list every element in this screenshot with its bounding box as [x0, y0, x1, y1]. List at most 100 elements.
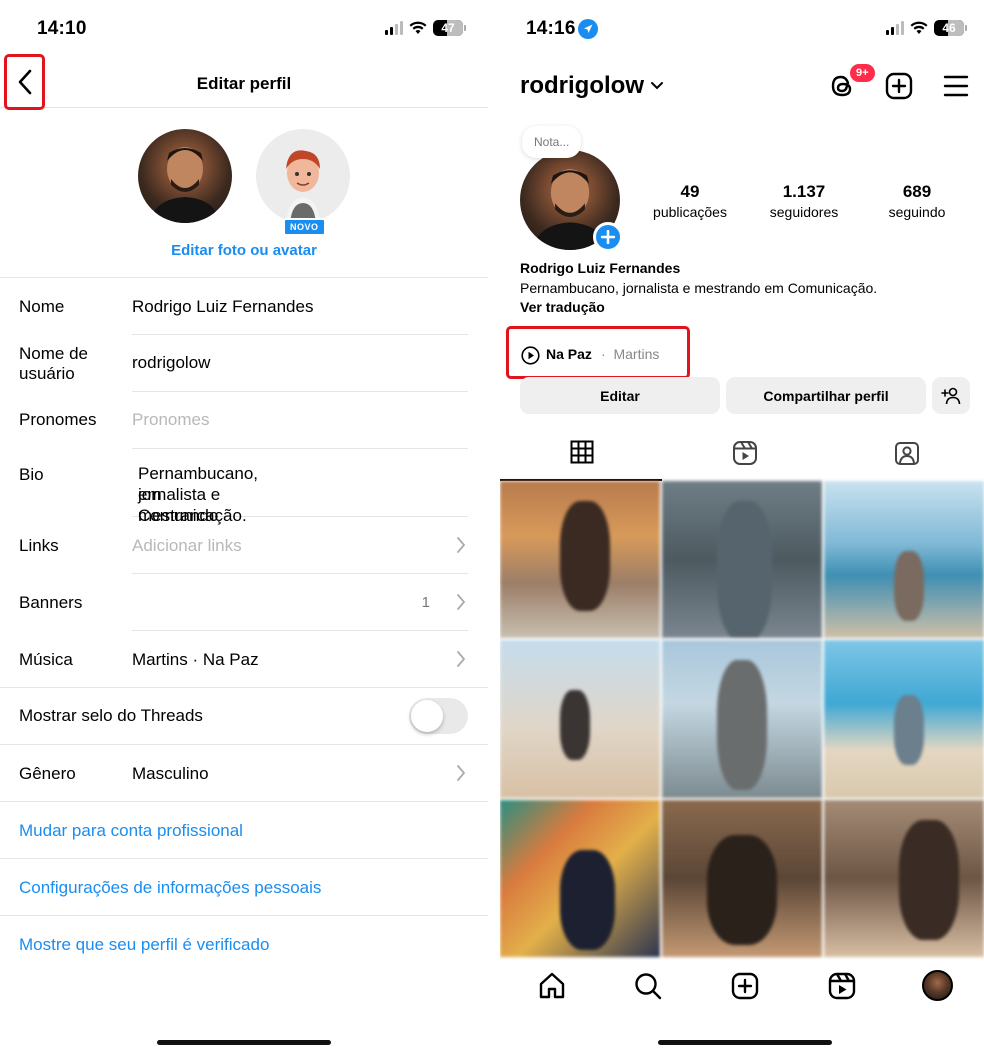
- plus-square-icon[interactable]: [885, 72, 913, 100]
- account-switcher[interactable]: rodrigolow: [520, 72, 664, 100]
- post-thumbnail[interactable]: [500, 640, 660, 798]
- status-bar: 14:16 46: [500, 0, 984, 58]
- play-icon: [521, 346, 540, 365]
- create-icon[interactable]: [730, 971, 760, 1001]
- status-time: 14:16: [526, 18, 576, 39]
- menu-icon[interactable]: [943, 74, 969, 98]
- verified-profile-link[interactable]: Mostre que seu perfil é verificado: [0, 916, 488, 973]
- field-links[interactable]: Links Adicionar links: [0, 517, 488, 574]
- pronouns-input[interactable]: Pronomes: [132, 410, 209, 430]
- field-genero[interactable]: Gênero Masculino: [0, 745, 488, 802]
- post-thumbnail[interactable]: [824, 640, 984, 798]
- status-bar: 14:10 47: [0, 0, 488, 58]
- edit-photo-link[interactable]: Editar foto ou avatar: [0, 242, 488, 259]
- see-translation-link[interactable]: Ver tradução: [520, 299, 605, 315]
- field-label: Nome: [19, 297, 65, 316]
- threads-toggle-label: Mostrar selo do Threads: [19, 706, 203, 725]
- wifi-icon: [409, 21, 427, 34]
- field-nome[interactable]: Nome Rodrigo Luiz Fernandes: [0, 278, 488, 335]
- signal-icon: [385, 21, 403, 35]
- field-label: Gênero: [19, 764, 76, 783]
- music-value: Martins · Na Paz: [132, 650, 259, 669]
- username-input[interactable]: rodrigolow: [132, 353, 210, 373]
- search-icon[interactable]: [633, 971, 663, 1001]
- note-bubble[interactable]: Nota...: [522, 126, 582, 158]
- profile-full-name: Rodrigo Luiz Fernandes: [520, 260, 681, 276]
- field-bio[interactable]: Bio Pernambucano, jornalista e mestrando…: [0, 449, 488, 525]
- add-story-button[interactable]: [593, 222, 623, 252]
- location-arrow-icon: [578, 19, 598, 39]
- avatar-image: [286, 150, 320, 223]
- edit-profile-screen: 14:10 47 Editar perfil NOVO Editar foto …: [0, 0, 488, 1055]
- home-indicator[interactable]: [157, 1040, 331, 1045]
- grid-icon[interactable]: [570, 440, 594, 464]
- field-musica[interactable]: Música Martins · Na Paz: [0, 631, 488, 688]
- status-icons: 47: [385, 20, 466, 36]
- bottom-navigation: [500, 957, 984, 1017]
- field-label: Pronomes: [19, 410, 97, 429]
- home-icon[interactable]: [537, 971, 567, 1001]
- music-song: Na Paz: [546, 346, 592, 362]
- avatar-3d[interactable]: [256, 129, 350, 223]
- links-input[interactable]: Adicionar links: [132, 536, 242, 556]
- reels-icon[interactable]: [827, 971, 857, 1001]
- chevron-right-icon: [457, 651, 466, 667]
- novo-badge: NOVO: [283, 218, 326, 236]
- page-title: Editar perfil: [196, 74, 292, 93]
- battery-icon: 46: [934, 20, 967, 36]
- signal-icon: [886, 21, 904, 35]
- profile-screen: 14:16 46 rodrigolow 9+ Nota... 49 publica…: [500, 0, 984, 1055]
- post-thumbnail[interactable]: [662, 640, 822, 798]
- field-label: Banners: [19, 593, 83, 612]
- wifi-icon: [910, 21, 928, 34]
- stat-posts[interactable]: 49 publicações: [635, 182, 745, 220]
- field-label: Música: [19, 650, 73, 669]
- status-time: 14:10: [37, 18, 87, 39]
- profile-photo-image: [150, 147, 220, 223]
- chevron-right-icon: [457, 765, 466, 781]
- post-thumbnail[interactable]: [662, 481, 822, 639]
- share-profile-button[interactable]: Compartilhar perfil: [726, 377, 926, 414]
- chevron-right-icon: [457, 594, 466, 610]
- profile-music[interactable]: Na Paz · Martins: [506, 326, 690, 379]
- battery-icon: 47: [433, 20, 466, 36]
- threads-badge-toggle-row: Mostrar selo do Threads: [0, 688, 488, 745]
- stat-following[interactable]: 689 seguindo: [862, 182, 972, 220]
- field-username[interactable]: Nome de usuário rodrigolow: [0, 335, 488, 392]
- field-pronomes[interactable]: Pronomes Pronomes: [0, 392, 488, 449]
- status-icons: 46: [886, 20, 967, 36]
- field-banners[interactable]: Banners 1: [0, 574, 488, 631]
- reels-icon[interactable]: [732, 440, 758, 466]
- post-thumbnail[interactable]: [824, 481, 984, 639]
- post-thumbnail[interactable]: [662, 799, 822, 957]
- edit-profile-button[interactable]: Editar: [520, 377, 720, 414]
- switch-professional-link[interactable]: Mudar para conta profissional: [0, 802, 488, 859]
- field-label: Nome de usuário: [19, 344, 88, 383]
- field-label: Links: [19, 536, 59, 555]
- threads-toggle[interactable]: [409, 698, 468, 734]
- home-indicator[interactable]: [658, 1040, 832, 1045]
- post-thumbnail[interactable]: [824, 799, 984, 957]
- post-thumbnail[interactable]: [500, 799, 660, 957]
- personal-info-settings-link[interactable]: Configurações de informações pessoais: [0, 859, 488, 916]
- person-add-icon: [941, 387, 961, 404]
- notification-badge: 9+: [848, 62, 877, 84]
- tagged-icon[interactable]: [894, 440, 920, 466]
- posts-grid: [500, 481, 984, 957]
- profile-photo[interactable]: [138, 129, 232, 223]
- post-thumbnail[interactable]: [500, 481, 660, 639]
- stat-followers[interactable]: 1.137 seguidores: [749, 182, 859, 220]
- chevron-down-icon: [650, 82, 663, 90]
- avatar-section: NOVO Editar foto ou avatar: [0, 128, 488, 278]
- discover-people-button[interactable]: [932, 377, 970, 414]
- name-input[interactable]: Rodrigo Luiz Fernandes: [132, 297, 313, 317]
- profile-tabs: [500, 432, 984, 481]
- banners-count: 1: [421, 594, 430, 611]
- music-artist: · Martins: [601, 346, 660, 362]
- plus-icon: [601, 230, 615, 244]
- profile-username: rodrigolow: [520, 72, 644, 99]
- field-label: Bio: [19, 465, 44, 484]
- profile-tab-avatar[interactable]: [922, 970, 953, 1001]
- gender-value: Masculino: [132, 764, 209, 783]
- profile-bio: Pernambucano, jornalista e mestrando em …: [520, 280, 878, 296]
